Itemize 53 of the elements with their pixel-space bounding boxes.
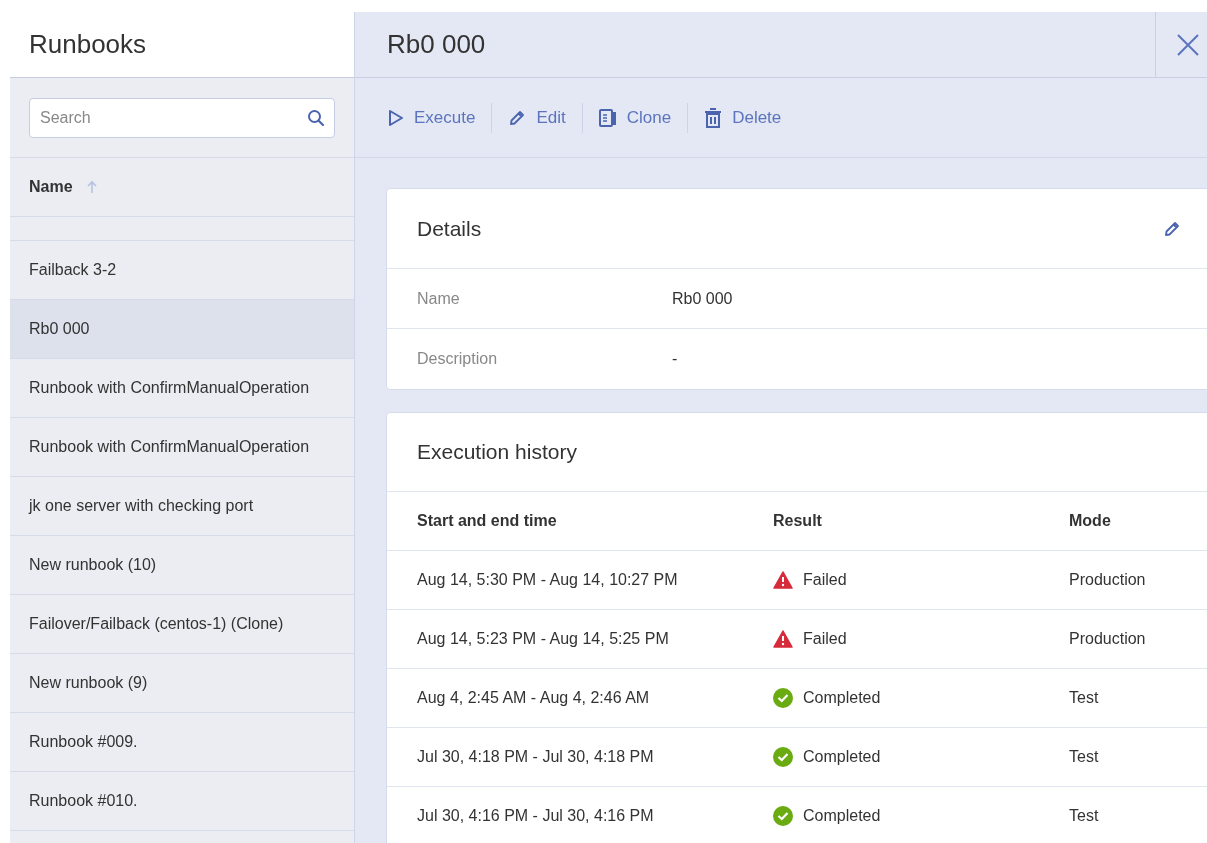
search-icon[interactable] bbox=[307, 108, 325, 127]
play-icon bbox=[388, 108, 404, 127]
field-label: Name bbox=[417, 288, 461, 309]
warning-icon bbox=[773, 630, 793, 648]
table-cell-text: Aug 14, 5:30 PM - Aug 14, 10:27 PM bbox=[417, 570, 679, 590]
table-cell-text: Test bbox=[1069, 688, 1099, 708]
search-field[interactable]: Search bbox=[29, 97, 335, 138]
table-cell-text: Jul 30, 4:18 PM - Jul 30, 4:18 PM bbox=[417, 747, 655, 767]
field-value: Rb0 000 bbox=[672, 288, 733, 309]
column-header[interactable]: Name bbox=[29, 175, 73, 199]
list-item[interactable]: Runbook #010. bbox=[10, 772, 354, 831]
table-cell-text: Production bbox=[1069, 570, 1146, 590]
column-header[interactable]: Start and end time bbox=[417, 509, 773, 533]
panel-title: Runbooks bbox=[29, 28, 147, 61]
status-text: Completed bbox=[803, 688, 881, 708]
card-title: Execution history bbox=[417, 439, 577, 466]
table-cell-text: Production bbox=[1069, 629, 1146, 649]
column-header[interactable]: Mode bbox=[1069, 509, 1111, 533]
list-item[interactable]: Rb0 000 bbox=[10, 300, 354, 359]
column-header[interactable]: Result bbox=[773, 509, 1069, 533]
warning-icon bbox=[773, 571, 793, 589]
table-cell-text: Test bbox=[1069, 806, 1099, 826]
trash-icon bbox=[704, 107, 723, 128]
field-value: - bbox=[672, 349, 678, 369]
status-text: Failed bbox=[803, 570, 847, 590]
card-title: Details bbox=[417, 215, 482, 242]
pencil-icon bbox=[508, 108, 527, 127]
table-cell-text: Aug 4, 2:45 AM - Aug 4, 2:46 AM bbox=[417, 688, 651, 708]
list-item[interactable]: New runbook (10) bbox=[10, 536, 354, 595]
pencil-icon[interactable] bbox=[1163, 219, 1181, 238]
copy-icon bbox=[598, 108, 617, 127]
list-item[interactable]: New runbook (9) bbox=[10, 654, 354, 713]
table-cell-text: Aug 14, 5:23 PM - Aug 14, 5:25 PM bbox=[417, 629, 670, 649]
list-item[interactable]: Runbook #009. bbox=[10, 713, 354, 772]
list-item[interactable]: Runbook with ConfirmManualOperation bbox=[10, 418, 354, 477]
status-text: Completed bbox=[803, 806, 881, 826]
list-item[interactable]: Failover/Failback (centos-1) (Clone) bbox=[10, 595, 354, 654]
status-text: Failed bbox=[803, 629, 847, 649]
table-cell-text: Test bbox=[1069, 747, 1099, 767]
execute-button[interactable]: Execute bbox=[387, 100, 477, 135]
check-circle-icon bbox=[773, 747, 793, 767]
detail-title: Rb0 000 bbox=[387, 28, 486, 61]
table-cell-text: Jul 30, 4:16 PM - Jul 30, 4:16 PM bbox=[417, 806, 655, 826]
status-text: Completed bbox=[803, 747, 881, 767]
list-item[interactable]: jk one server with checking port bbox=[10, 477, 354, 536]
edit-button[interactable]: Edit bbox=[507, 100, 567, 135]
check-circle-icon bbox=[773, 688, 793, 708]
delete-button[interactable]: Delete bbox=[703, 100, 783, 135]
clone-button[interactable]: Clone bbox=[597, 100, 673, 135]
field-label: Description bbox=[417, 349, 499, 369]
list-item[interactable]: Runbook with ConfirmManualOperation bbox=[10, 359, 354, 418]
check-circle-icon bbox=[773, 806, 793, 826]
close-icon[interactable] bbox=[1176, 32, 1200, 57]
